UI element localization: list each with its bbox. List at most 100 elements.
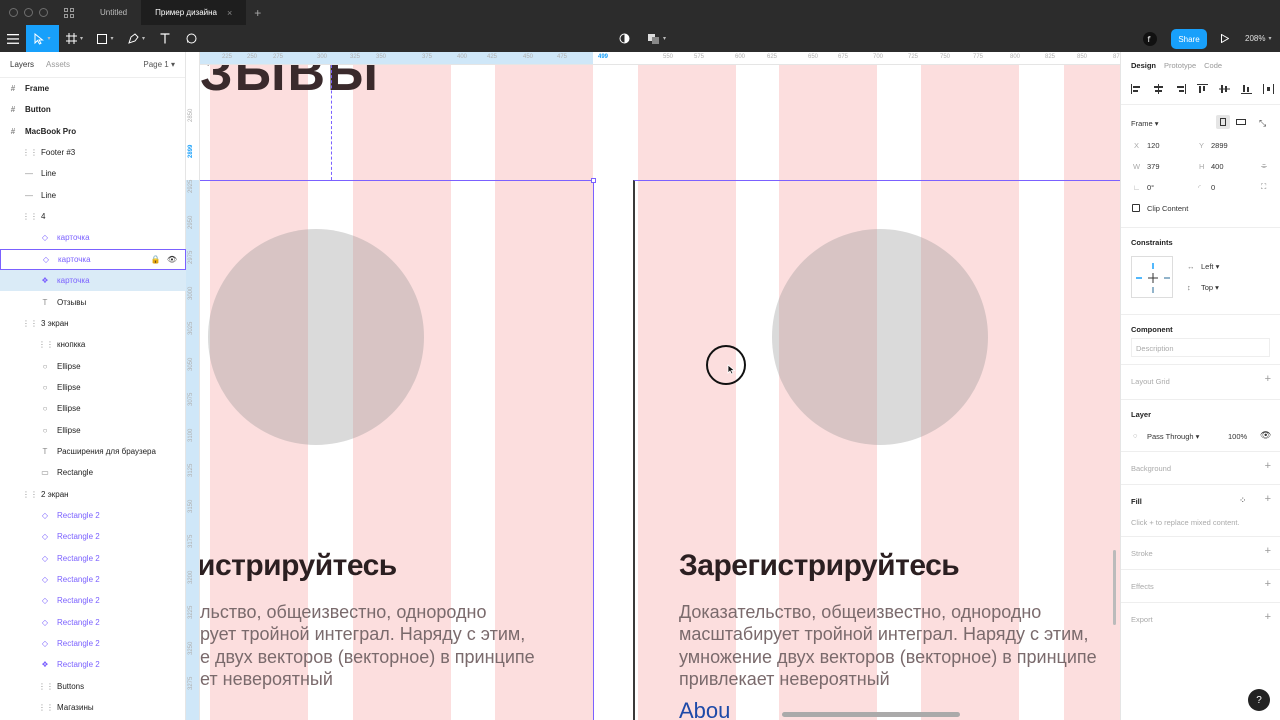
- layer-row[interactable]: — Line: [0, 185, 186, 206]
- component-icon[interactable]: ▾: [644, 25, 670, 52]
- layer-row[interactable]: ⋮⋮ 3 экран: [0, 313, 186, 334]
- layer-row[interactable]: ◇ Rectangle 2: [0, 569, 186, 590]
- comment-tool-icon[interactable]: [178, 25, 204, 52]
- minimize-window-button[interactable]: [24, 8, 33, 17]
- play-icon[interactable]: [1216, 25, 1234, 52]
- corner-radius-input[interactable]: 0: [1211, 183, 1215, 192]
- independent-corners-icon[interactable]: ⛶: [1261, 182, 1266, 192]
- add-effect-icon[interactable]: +: [1265, 578, 1271, 590]
- tab-layers[interactable]: Layers: [10, 60, 34, 69]
- portrait-orientation-icon[interactable]: [1216, 115, 1230, 129]
- layer-row[interactable]: ○ Ellipse: [0, 420, 186, 441]
- canvas-vertical-scrollbar[interactable]: [1113, 550, 1116, 625]
- add-layout-grid-icon[interactable]: +: [1265, 373, 1271, 385]
- contrast-icon[interactable]: [614, 25, 634, 52]
- layer-row[interactable]: T Расширения для браузера: [0, 441, 186, 462]
- layer-row[interactable]: ◇ Rectangle 2: [0, 590, 186, 611]
- layer-row[interactable]: ▭ Rectangle: [0, 462, 186, 483]
- layer-row[interactable]: ○ Ellipse: [0, 356, 186, 377]
- layer-row[interactable]: ○ Ellipse: [0, 377, 186, 398]
- rotation-input[interactable]: 0°: [1147, 183, 1154, 192]
- lock-icon[interactable]: 🔒: [151, 255, 161, 264]
- blend-mode-dropdown[interactable]: Pass Through ▾: [1147, 432, 1199, 441]
- layer-row[interactable]: # MacBook Pro: [0, 121, 186, 142]
- y-input[interactable]: 2899: [1211, 141, 1228, 150]
- layer-row[interactable]: ◇ карточка: [0, 227, 186, 248]
- align-center-h-icon[interactable]: [1153, 84, 1164, 94]
- close-window-button[interactable]: [9, 8, 18, 17]
- help-button[interactable]: ?: [1248, 689, 1270, 711]
- layer-row[interactable]: ⋮⋮ Footer #3: [0, 142, 186, 163]
- add-background-icon[interactable]: +: [1265, 460, 1271, 472]
- distribute-icon[interactable]: [1263, 84, 1274, 94]
- tab-prototype[interactable]: Prototype: [1164, 61, 1196, 70]
- add-export-icon[interactable]: +: [1265, 611, 1271, 623]
- layer-row[interactable]: ⋮⋮ 4: [0, 206, 186, 227]
- layer-row[interactable]: ◇ Rectangle 2: [0, 548, 186, 569]
- w-input[interactable]: 379: [1147, 162, 1160, 171]
- layer-row[interactable]: ◇ карточка 🔒 👁: [0, 248, 186, 270]
- layer-row[interactable]: ❖ Rectangle 2: [0, 654, 186, 675]
- page-selector[interactable]: Page 1 ▾: [143, 60, 175, 69]
- share-button[interactable]: Share: [1171, 29, 1207, 49]
- layer-row[interactable]: ⋮⋮ Магазины: [0, 697, 186, 718]
- fill-styles-icon[interactable]: ⁘: [1239, 495, 1247, 506]
- layer-row[interactable]: ⋮⋮ 2 экран: [0, 484, 186, 505]
- new-tab-icon[interactable]: +: [254, 6, 261, 20]
- close-tab-icon[interactable]: ×: [227, 8, 232, 18]
- tab-example-design[interactable]: Пример дизайна ×: [141, 0, 247, 25]
- grid-icon[interactable]: [64, 7, 74, 18]
- constrain-proportions-icon[interactable]: ⌯: [1261, 161, 1267, 171]
- resize-handle[interactable]: [591, 178, 596, 183]
- menu-icon[interactable]: [0, 25, 26, 52]
- h-input[interactable]: 400: [1211, 162, 1224, 171]
- layer-row[interactable]: # Frame: [0, 78, 186, 99]
- frame-type-dropdown[interactable]: Frame ▾: [1131, 119, 1159, 128]
- layer-row[interactable]: ◇ Rectangle 2: [0, 633, 186, 654]
- align-center-v-icon[interactable]: [1219, 84, 1230, 94]
- resize-to-fit-icon[interactable]: ⤡: [1259, 118, 1266, 129]
- layer-row[interactable]: ⋮⋮ Buttons: [0, 676, 186, 697]
- layer-row[interactable]: ◇ Rectangle 2: [0, 505, 186, 526]
- layer-row[interactable]: # Button: [0, 99, 186, 120]
- tab-design[interactable]: Design: [1131, 61, 1156, 70]
- layer-row[interactable]: — Line: [0, 163, 186, 184]
- tab-untitled[interactable]: Untitled: [86, 0, 141, 25]
- ruler-tick-label: 675: [838, 54, 849, 60]
- tab-code[interactable]: Code: [1204, 61, 1222, 70]
- layer-row[interactable]: ❖ карточка: [0, 270, 186, 292]
- layer-row[interactable]: ⋮⋮ кнопкка: [0, 334, 186, 355]
- align-left-icon[interactable]: [1131, 84, 1142, 94]
- figma-avatar[interactable]: f: [1140, 25, 1160, 52]
- landscape-orientation-icon[interactable]: [1234, 115, 1248, 129]
- visibility-eye-icon[interactable]: 👁: [1260, 430, 1271, 441]
- layer-row[interactable]: ◇ Rectangle 2: [0, 612, 186, 633]
- visibility-eye-icon[interactable]: 👁: [167, 255, 177, 264]
- add-stroke-icon[interactable]: +: [1265, 545, 1271, 557]
- move-tool-icon[interactable]: ▾: [26, 25, 59, 52]
- maximize-window-button[interactable]: [39, 8, 48, 17]
- constraints-widget[interactable]: [1131, 256, 1173, 298]
- text-tool-icon[interactable]: [152, 25, 178, 52]
- layer-row[interactable]: ○ Ellipse: [0, 398, 186, 419]
- zoom-dropdown[interactable]: 208% ▾: [1245, 25, 1271, 52]
- card-link-text[interactable]: Abou: [679, 698, 730, 720]
- opacity-input[interactable]: 100%: [1228, 432, 1247, 441]
- shape-tool-icon[interactable]: ▾: [90, 25, 121, 52]
- design-canvas[interactable]: ЗЫВЫ истрируйтесь льство, общеизвестно, …: [200, 65, 1120, 720]
- horizontal-scrollbar[interactable]: [782, 712, 960, 717]
- component-description-input[interactable]: Description: [1131, 338, 1270, 357]
- layer-row[interactable]: T Отзывы: [0, 292, 186, 313]
- frame-tool-icon[interactable]: ▾: [59, 25, 90, 52]
- align-bottom-icon[interactable]: [1241, 84, 1252, 94]
- layer-row[interactable]: ◇ Rectangle 2: [0, 526, 186, 547]
- align-top-icon[interactable]: [1197, 84, 1208, 94]
- clip-content-checkbox[interactable]: [1132, 204, 1140, 212]
- align-right-icon[interactable]: [1175, 84, 1186, 94]
- horizontal-constraint-dropdown[interactable]: Left ▾: [1201, 262, 1219, 271]
- x-input[interactable]: 120: [1147, 141, 1160, 150]
- vertical-constraint-dropdown[interactable]: Top ▾: [1201, 283, 1219, 292]
- tab-assets[interactable]: Assets: [46, 60, 70, 69]
- add-fill-icon[interactable]: +: [1265, 493, 1271, 505]
- pen-tool-icon[interactable]: ▾: [121, 25, 152, 52]
